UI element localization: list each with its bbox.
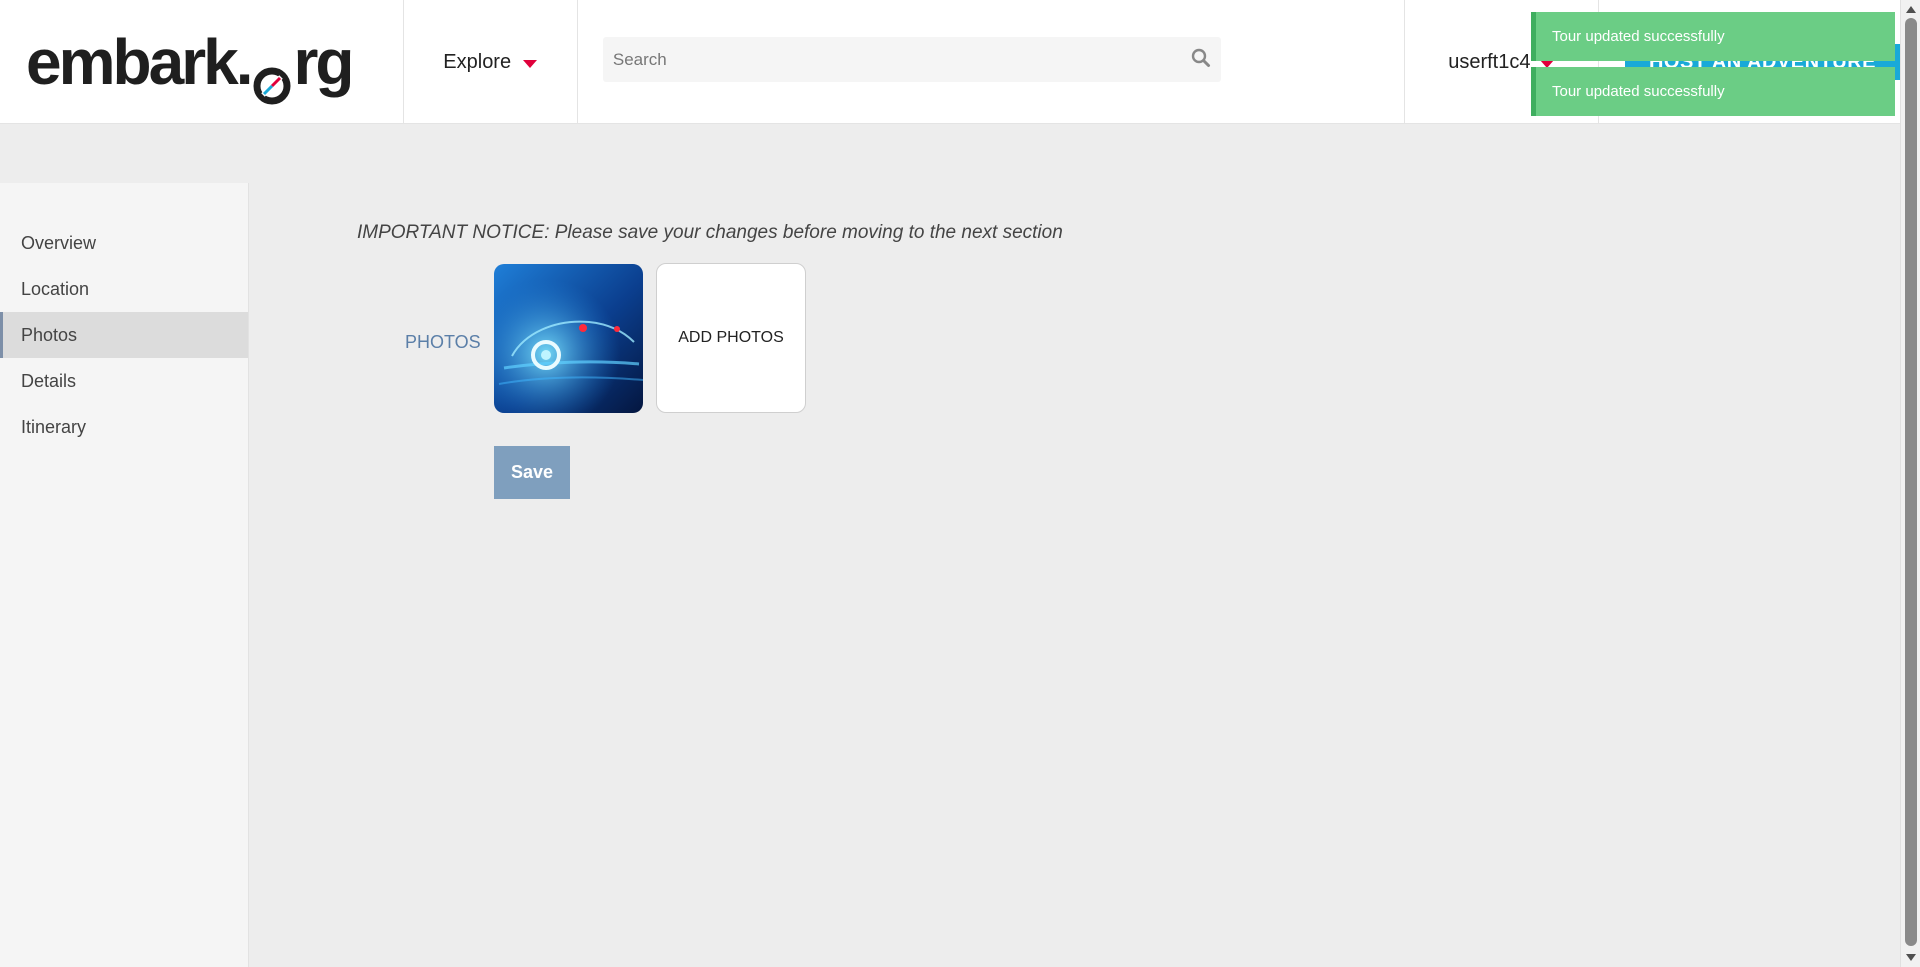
user-name: userft1c4: [1448, 50, 1531, 73]
sidebar-item-location[interactable]: Location: [0, 266, 248, 312]
sidebar-item-details[interactable]: Details: [0, 358, 248, 404]
explore-menu[interactable]: Explore: [404, 0, 578, 124]
photos-label: PHOTOS: [405, 332, 481, 352]
search-input[interactable]: [602, 37, 1221, 82]
site-logo[interactable]: embark. rg: [26, 25, 354, 105]
caret-down-icon: [523, 59, 538, 68]
logo-container: embark. rg: [0, 0, 404, 124]
section-sidebar: Overview Location Photos Details Itinera…: [0, 183, 249, 967]
sidebar-item-photos[interactable]: Photos: [0, 312, 248, 358]
scroll-down-icon[interactable]: [1906, 954, 1916, 961]
important-notice: IMPORTANT NOTICE: Please save your chang…: [357, 222, 1063, 243]
toast-notification[interactable]: Tour updated successfully: [1531, 67, 1895, 116]
sidebar-item-overview[interactable]: Overview: [0, 220, 248, 266]
search-box: [602, 37, 1221, 82]
photo-thumbnail[interactable]: [494, 264, 643, 413]
sidebar-item-itinerary[interactable]: Itinerary: [0, 404, 248, 450]
add-photos-button[interactable]: ADD PHOTOS: [656, 263, 806, 413]
search-container: [578, 0, 1405, 124]
vertical-scrollbar[interactable]: [1900, 0, 1920, 967]
compass-logo-icon: [252, 47, 292, 105]
explore-label: Explore: [443, 50, 512, 73]
toast-notification[interactable]: Tour updated successfully: [1531, 12, 1895, 61]
search-icon[interactable]: [1191, 48, 1211, 73]
scrollbar-thumb[interactable]: [1905, 18, 1917, 946]
save-button[interactable]: Save: [494, 446, 570, 499]
scroll-up-icon[interactable]: [1906, 6, 1916, 13]
